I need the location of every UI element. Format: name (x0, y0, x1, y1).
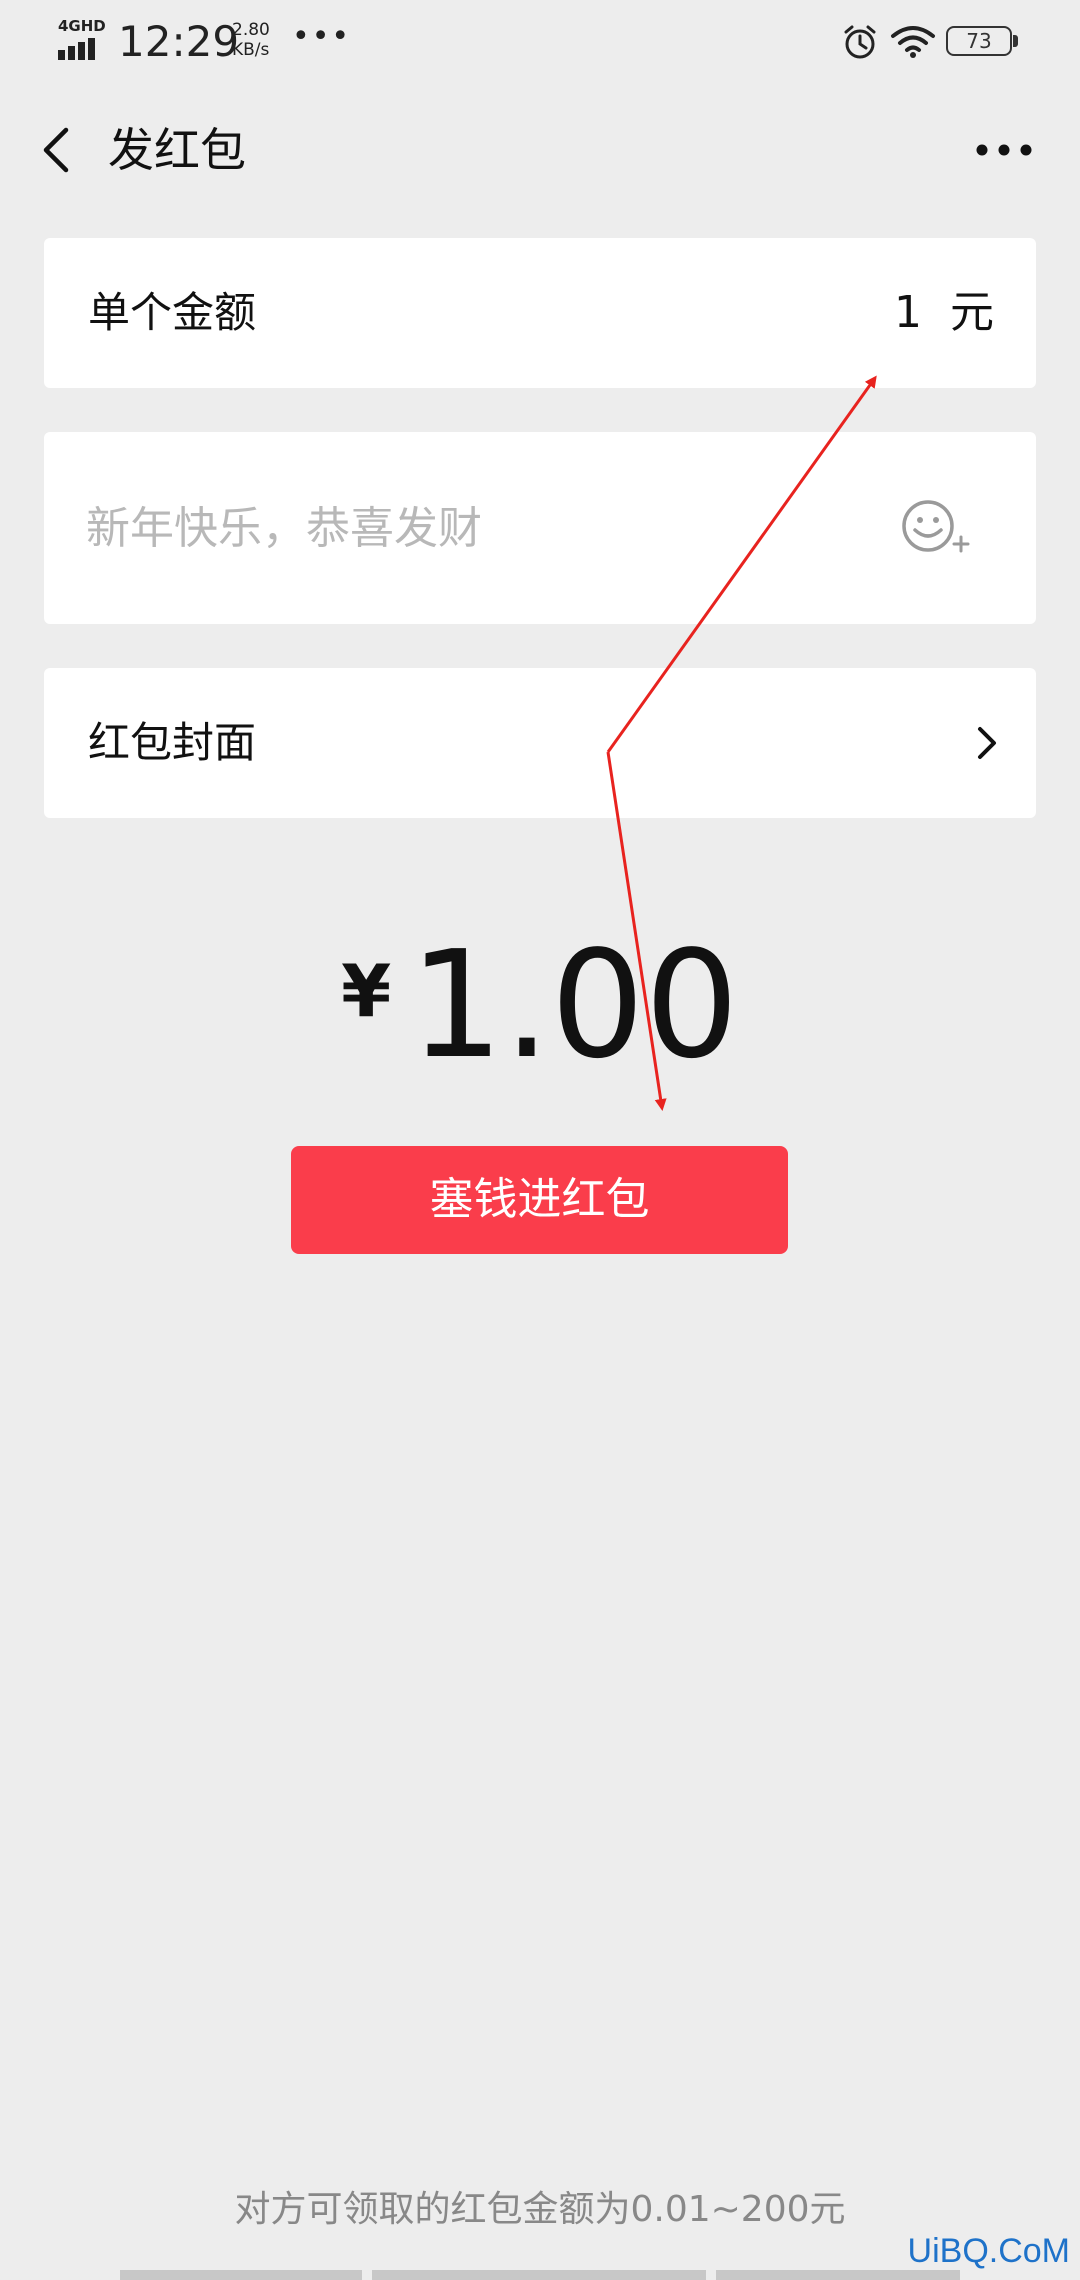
signal-icon: 4GHD (58, 18, 106, 60)
cover-card[interactable]: 红包封面 (44, 668, 1036, 818)
currency-symbol: ¥ (341, 949, 392, 1033)
amount-field[interactable]: 1元 (894, 283, 994, 343)
network-speed-value: 2.80 (232, 20, 270, 40)
network-type: 4GHD (58, 17, 106, 35)
amount-label: 单个金额 (88, 288, 257, 337)
battery-level: 73 (966, 29, 992, 53)
battery-cap (1013, 35, 1018, 47)
chevron-right-icon (978, 727, 996, 759)
emoji-button[interactable] (900, 498, 972, 558)
network-speed-unit: KB/s (232, 40, 270, 60)
total-amount: ¥1.00 (0, 930, 1080, 1080)
battery-icon: 73 (946, 26, 1020, 58)
bottom-bar (120, 2270, 960, 2280)
amount-value: 1 (894, 287, 922, 338)
cover-label: 红包封面 (88, 718, 257, 767)
bottom-bar-segment (120, 2270, 362, 2280)
bottom-bar-segment (372, 2270, 706, 2280)
page-title: 发红包 (108, 123, 246, 177)
emoji-add-icon (902, 500, 970, 553)
watermark: UiBQ.CoM (907, 2232, 1070, 2270)
status-time: 12:29 (118, 17, 240, 66)
amount-unit: 元 (950, 287, 994, 338)
back-button[interactable] (30, 120, 90, 180)
network-speed: 2.80 KB/s (232, 20, 292, 60)
status-bar: 4GHD 12:29 2.80 KB/s ••• 73 (0, 0, 1080, 90)
status-more-icon: ••• (292, 19, 352, 54)
more-icon (976, 144, 1032, 156)
alarm-icon (844, 25, 876, 59)
signal-bars-icon (58, 38, 95, 60)
submit-button[interactable]: 塞钱进红包 (291, 1146, 788, 1254)
wifi-icon (891, 26, 935, 58)
cover-chevron (968, 713, 1008, 773)
chevron-left-icon (43, 127, 69, 173)
total-value: 1.00 (409, 919, 739, 1091)
greeting-input[interactable] (86, 492, 886, 564)
header: 发红包 (0, 100, 1080, 200)
amount-range-note: 对方可领取的红包金额为0.01~200元 (234, 2189, 846, 2230)
message-card (44, 432, 1036, 624)
amount-card[interactable]: 单个金额 1元 (44, 238, 1036, 388)
more-button[interactable] (966, 120, 1046, 180)
